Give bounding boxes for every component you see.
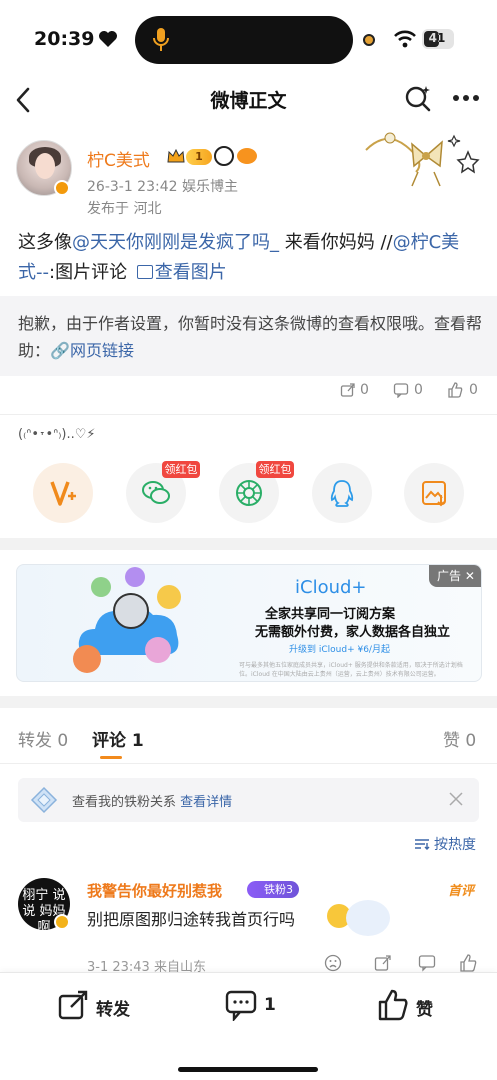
webpage-link[interactable]: 网页链接 — [70, 341, 134, 360]
repost-count: 0 — [360, 382, 369, 398]
heart-icon — [99, 31, 117, 47]
ad-banner[interactable]: iCloud+ 全家共享同一订阅方案 无需额外付费，家人数据各自独立 升级到 i… — [16, 564, 482, 682]
comment-icon[interactable] — [225, 989, 257, 1021]
dynamic-island — [135, 16, 353, 64]
tab-like[interactable]: 赞 0 — [443, 726, 476, 751]
fan-details-link[interactable]: 查看详情 — [180, 795, 232, 810]
ad-fine-print: 可与最多其他五位家庭成员共享，iCloud+ 服务提供和条款适用，取决于所选计划… — [239, 662, 463, 678]
more-icon[interactable] — [452, 94, 480, 102]
first-comment-badge: 首评 — [448, 884, 475, 899]
post-tabs: 转发 0 评论 1 赞 0 — [0, 708, 497, 764]
tab-comment[interactable]: 评论 1 — [92, 726, 144, 751]
commenter-name[interactable]: 我警告你最好别惹我 — [87, 880, 222, 901]
memoji-avatar — [145, 637, 171, 663]
fan-relation-text: 查看我的铁粉关系 — [72, 795, 181, 810]
ad-cta[interactable]: 升级到 iCloud+ ¥6/月起 — [289, 642, 390, 655]
fan-relation-bar[interactable]: 查看我的铁粉关系 查看详情 — [18, 778, 479, 822]
repost-icon[interactable] — [58, 989, 90, 1021]
comment-icon[interactable] — [393, 382, 409, 398]
like-icon[interactable] — [447, 382, 463, 398]
save-image-button[interactable] — [404, 463, 464, 523]
comment-button[interactable]: 1 — [264, 995, 276, 1015]
close-icon[interactable] — [448, 791, 464, 807]
like-icon[interactable] — [459, 954, 477, 972]
ad-subheadline: 无需额外付费，家人数据各自独立 — [255, 625, 451, 640]
link-icon: 🔗 — [50, 341, 70, 360]
kaomoji-text: (₍ᐢ•˕•ᐢ₎)..♡⚡ — [18, 427, 96, 442]
tab-repost[interactable]: 转发 0 — [18, 726, 68, 751]
recording-indicator-icon — [363, 34, 375, 46]
like-count: 0 — [469, 382, 478, 398]
sort-icon — [415, 839, 430, 850]
repost-button[interactable]: 转发 — [96, 995, 130, 1020]
like-icon[interactable] — [377, 989, 409, 1021]
repost-icon[interactable] — [374, 954, 392, 972]
memoji-avatar — [157, 585, 181, 609]
mention-link[interactable]: @天天你刚刚是发疯了吗_ — [72, 232, 279, 253]
post-stats: 0 0 0 — [0, 378, 497, 408]
section-divider — [0, 696, 497, 708]
sticker-icon — [346, 900, 390, 936]
post-meta: 26-3-1 23:42 娱乐博主 — [87, 179, 238, 195]
sort-label: 按热度 — [434, 837, 476, 853]
home-indicator[interactable] — [178, 1067, 318, 1072]
fan-level-badge: 铁粉3 — [247, 881, 299, 898]
battery-icon: 41 — [422, 29, 454, 49]
author-name[interactable]: 柠C美式 — [87, 146, 150, 171]
view-image-link[interactable]: 查看图片 — [155, 262, 227, 283]
vip-icon — [50, 481, 76, 506]
post-location: 发布于 河北 — [87, 201, 162, 217]
qq-icon — [330, 480, 354, 507]
memoji-avatar — [113, 593, 149, 629]
save-image-icon — [422, 481, 446, 507]
share-vip-button[interactable] — [33, 463, 93, 523]
search-icon[interactable] — [404, 84, 432, 112]
image-icon — [136, 265, 153, 279]
comment-icon[interactable] — [418, 954, 436, 972]
bow-decoration-icon — [365, 132, 480, 187]
comment-text: 别把原图那归途转我首页行吗 — [87, 910, 296, 929]
fish-icon — [237, 148, 257, 164]
ad-brand: iCloud+ — [295, 577, 367, 598]
bottom-action-bar: 转发 1 赞 — [0, 972, 497, 1080]
sort-button[interactable]: 按热度 — [414, 834, 476, 854]
tab-indicator — [100, 756, 122, 759]
moments-icon — [236, 480, 262, 506]
red-packet-badge: 领红包 — [162, 461, 200, 478]
diamond-icon — [30, 786, 58, 814]
post-text: 这多像@天天你刚刚是发疯了吗_ 来看你妈妈 //@柠C美式--:图片评论 查看图… — [18, 232, 460, 283]
status-bar: 20:39 41 — [0, 0, 497, 80]
share-section: (₍ᐢ•˕•ᐢ₎)..♡⚡ 领红包 领红包 — [0, 414, 497, 538]
share-qq-button[interactable] — [312, 463, 372, 523]
crown-icon — [167, 148, 185, 163]
red-packet-badge: 领红包 — [256, 461, 294, 478]
status-time: 20:39 — [34, 28, 95, 50]
memoji-avatar — [91, 577, 111, 597]
battery-level: 41 — [428, 31, 446, 45]
wifi-icon — [394, 30, 416, 48]
memoji-avatar — [125, 567, 145, 587]
memoji-avatar — [73, 645, 101, 673]
ad-headline: 全家共享同一订阅方案 — [265, 607, 396, 622]
post-card: 柠C美式 1 26-3-1 23:42 娱乐博主 发布于 河北 这多像@天天你刚… — [0, 124, 497, 414]
wechat-icon — [142, 481, 170, 504]
repost-icon[interactable] — [340, 382, 356, 398]
permission-notice: 抱歉，由于作者设置，你暂时没有这条微博的查看权限哦。查看帮助：🔗网页链接 — [0, 296, 497, 376]
comment-count: 0 — [414, 382, 423, 398]
section-divider — [0, 538, 497, 550]
panda-icon — [214, 146, 234, 166]
verified-badge-icon — [54, 914, 70, 930]
dislike-face-icon[interactable] — [324, 954, 342, 972]
like-button[interactable]: 赞 — [416, 995, 433, 1020]
level-badge: 1 — [186, 149, 212, 165]
nav-bar: 微博正文 — [0, 76, 497, 122]
verified-badge-icon — [54, 180, 70, 196]
microphone-icon — [153, 28, 169, 51]
ad-close-button[interactable]: 广告 ✕ — [429, 565, 481, 587]
comment-item: 栩宁 说说 妈妈啊 我警告你最好别惹我 铁粉3 首评 别把原图那归途转我首页行吗… — [0, 870, 497, 975]
